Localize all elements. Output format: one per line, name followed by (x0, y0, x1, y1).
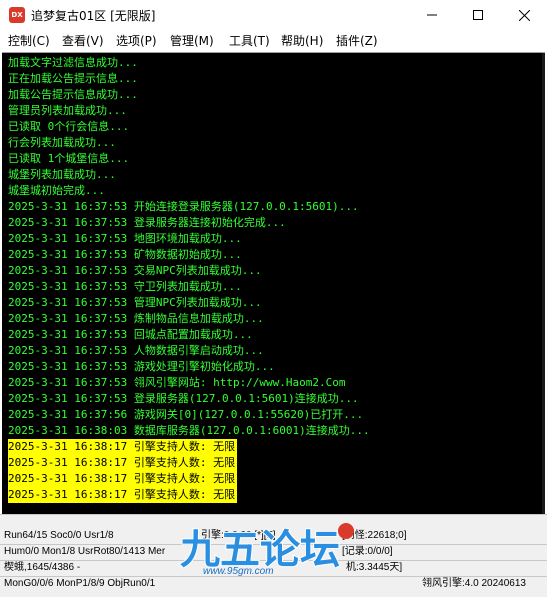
menu-plugins[interactable]: 插件(Z) (336, 32, 378, 49)
watermark-url: www.95gm.com (203, 566, 274, 577)
maximize-button[interactable] (455, 0, 501, 30)
close-icon (518, 9, 530, 21)
log-line: 行会列表加载成功... (8, 136, 116, 149)
log-line: 2025-3-31 16:38:03 数据库服务器(127.0.0.1:6001… (8, 424, 370, 437)
log-line-highlight: 2025-3-31 16:38:17 引擎支持人数: 无限 (8, 455, 238, 471)
log-line: 管理员列表加载成功... (8, 104, 127, 117)
log-line: 加载文字过滤信息成功... (8, 56, 138, 69)
menu-manage[interactable]: 管理(M) (170, 32, 214, 49)
log-line: 2025-3-31 16:37:53 游戏处理引擎初始化成功... (8, 360, 275, 373)
log-line: 2025-3-31 16:37:53 登录服务器连接初始化完成... (8, 216, 286, 229)
log-line: 正在加载公告提示信息... (8, 72, 138, 85)
log-line: 2025-3-31 16:37:53 炼制物品信息加载成功... (8, 312, 264, 325)
status-memory: 楔蛾,1645/4386 - (4, 562, 81, 573)
log-line-highlight: 2025-3-31 16:38:17 引擎支持人数: 无限 (8, 471, 238, 487)
log-line-highlight: 2025-3-31 16:38:17 引擎支持人数: 无限 (8, 439, 238, 455)
title-bar[interactable]: DX 追梦复古01区 [无限版] (0, 0, 547, 30)
maximize-icon (473, 10, 483, 20)
log-line: 2025-3-31 16:37:53 守卫列表加载成功... (8, 280, 242, 293)
close-button[interactable] (501, 0, 547, 30)
console-scrollbar[interactable] (542, 53, 545, 514)
menu-control[interactable]: 控制(C) (8, 32, 50, 49)
menu-help[interactable]: 帮助(H) (281, 32, 323, 49)
log-line: 已读取 1个城堡信息... (8, 152, 130, 165)
log-line: 城堡列表加载成功... (8, 168, 116, 181)
log-line: 城堡城初始完成... (8, 184, 105, 197)
menu-tools[interactable]: 工具(T) (229, 32, 270, 49)
console-log[interactable]: 加载文字过滤信息成功... 正在加载公告提示信息... 加载公告提示信息成功... 管… (2, 52, 545, 514)
menu-view[interactable]: 查看(V) (62, 32, 104, 49)
app-icon: DX (9, 7, 25, 23)
log-line: 2025-3-31 16:37:53 回城点配置加载成功... (8, 328, 253, 341)
log-line: 2025-3-31 16:37:53 翎风引擎网站: http://www.Ha… (8, 376, 346, 389)
log-line: 2025-3-31 16:37:53 人物数据引擎启动成功... (8, 344, 264, 357)
log-line: 2025-3-31 16:37:53 管理NPC列表加载成功... (8, 296, 262, 309)
status-version: 翎风引擎:4.0 20240613 (422, 578, 526, 589)
log-line: 2025-3-31 16:37:53 交易NPC列表加载成功... (8, 264, 262, 277)
menu-bar: 控制(C) 查看(V) 选项(P) 管理(M) 工具(T) 帮助(H) 插件(Z… (0, 30, 547, 50)
log-line: 2025-3-31 16:37:53 矿物数据初始成功... (8, 248, 242, 261)
log-line: 2025-3-31 16:37:53 开始连接登录服务器(127.0.0.1:5… (8, 200, 359, 213)
menu-options[interactable]: 选项(P) (116, 32, 157, 49)
minimize-button[interactable] (409, 0, 455, 30)
minimize-icon (427, 14, 437, 16)
log-line: 2025-3-31 16:37:53 登录服务器(127.0.0.1:5601)… (8, 392, 359, 405)
log-line: 2025-3-31 16:37:56 游戏网关[0](127.0.0.1:556… (8, 408, 364, 421)
status-run: Run64/15 Soc0/0 Usr1/8 (4, 530, 114, 541)
log-line: 已读取 0个行会信息... (8, 120, 130, 133)
server-window: DX 追梦复古01区 [无限版] 控制(C) 查看(V) 选项(P) 管理(M)… (0, 0, 547, 597)
window-title: 追梦复古01区 [无限版] (31, 9, 156, 23)
log-line-highlight: 2025-3-31 16:38:17 引擎支持人数: 无限 (8, 487, 238, 503)
log-line: 2025-3-31 16:37:53 地图环境加载成功... (8, 232, 242, 245)
log-line: 加载公告提示信息成功... (8, 88, 138, 101)
status-mon: MonG0/0/6 MonP1/8/9 ObjRun0/1 (4, 578, 156, 589)
status-hum: Hum0/0 Mon1/8 UsrRot80/1413 Mer (4, 546, 166, 557)
